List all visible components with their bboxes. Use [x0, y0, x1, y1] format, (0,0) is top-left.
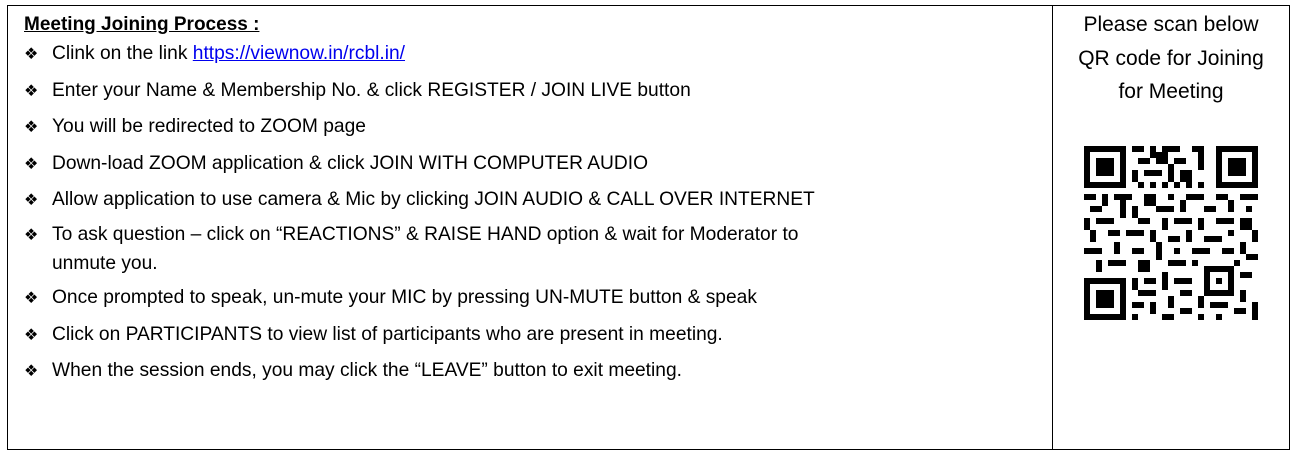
list-item: ❖ Down-load ZOOM application & click JOI… — [24, 150, 1052, 179]
diamond-bullet-icon: ❖ — [24, 190, 39, 210]
qr-cell: Please scan below QR code for Joining fo… — [1053, 6, 1289, 449]
list-item: ❖ You will be redirected to ZOOM page — [24, 113, 1052, 142]
step-text: Once prompted to speak, un-mute your MIC… — [52, 287, 757, 309]
list-item: ❖ To ask question – click on “REACTIONS”… — [24, 221, 1052, 278]
qr-code-icon[interactable] — [1084, 145, 1258, 320]
scan-instruction: Please scan below QR code for Joining fo… — [1078, 13, 1264, 103]
steps-list: ❖ Clink on the link https://viewnow.in/r… — [24, 40, 1052, 386]
diamond-bullet-icon: ❖ — [24, 80, 39, 100]
step-text: When the session ends, you may click the… — [52, 360, 682, 382]
step-text: Allow application to use camera & Mic by… — [52, 189, 815, 211]
step-text: Clink on the link https://viewnow.in/rcb… — [52, 40, 1052, 69]
diamond-bullet-icon: ❖ — [24, 324, 39, 344]
list-item: ❖ Allow application to use camera & Mic … — [24, 186, 1052, 215]
step-text: Down-load ZOOM application & click JOIN … — [52, 152, 648, 174]
list-item: ❖ Enter your Name & Membership No. & cli… — [24, 77, 1052, 106]
step-text: Enter your Name & Membership No. & click… — [52, 79, 691, 101]
step-text: You will be redirected to ZOOM page — [52, 116, 366, 138]
step-text: To ask question – click on “REACTIONS” &… — [52, 223, 799, 274]
step-text: Click on PARTICIPANTS to view list of pa… — [52, 323, 723, 345]
diamond-bullet-icon: ❖ — [24, 224, 39, 244]
step-text-prefix: Clink on the link — [52, 43, 193, 64]
list-item: ❖ Clink on the link https://viewnow.in/r… — [24, 40, 1052, 69]
diamond-bullet-icon: ❖ — [24, 288, 39, 308]
diamond-bullet-icon: ❖ — [24, 117, 39, 137]
diamond-bullet-icon: ❖ — [24, 44, 39, 63]
instructions-cell: Meeting Joining Process : ❖ Clink on the… — [8, 6, 1053, 449]
diamond-bullet-icon: ❖ — [24, 361, 39, 381]
diamond-bullet-icon: ❖ — [24, 153, 39, 173]
list-item: ❖ When the session ends, you may click t… — [24, 357, 1052, 386]
list-item: ❖ Click on PARTICIPANTS to view list of … — [24, 321, 1052, 350]
list-item: ❖ Once prompted to speak, un-mute your M… — [24, 284, 1052, 313]
meeting-link[interactable]: https://viewnow.in/rcbl.in/ — [193, 43, 405, 64]
meeting-info-table: Meeting Joining Process : ❖ Clink on the… — [7, 5, 1290, 450]
instructions-heading: Meeting Joining Process : — [24, 14, 260, 35]
